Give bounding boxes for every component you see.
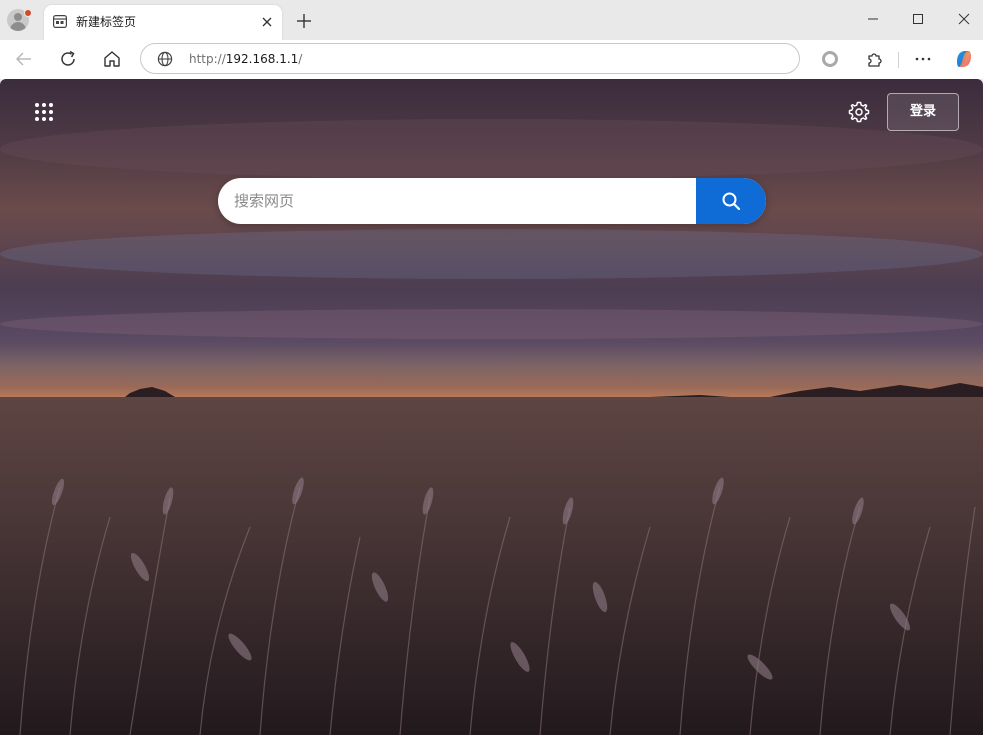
refresh-icon[interactable] bbox=[57, 48, 79, 70]
tab-new-tab[interactable]: 新建标签页 bbox=[44, 5, 282, 40]
url-host: 192.168.1.1 bbox=[225, 52, 299, 66]
url-scheme: http:// bbox=[189, 52, 226, 66]
toolbar-divider bbox=[898, 52, 899, 68]
cloud-band bbox=[0, 229, 983, 279]
close-icon[interactable] bbox=[260, 15, 274, 29]
more-dots-icon[interactable] bbox=[912, 48, 934, 70]
notification-dot bbox=[24, 9, 32, 17]
search-icon bbox=[722, 192, 741, 211]
home-icon[interactable] bbox=[101, 48, 123, 70]
gear-icon[interactable] bbox=[847, 100, 871, 124]
search-box bbox=[218, 178, 766, 224]
maximize-icon[interactable] bbox=[905, 8, 931, 30]
cloud-band bbox=[0, 309, 983, 339]
puzzle-icon[interactable] bbox=[863, 48, 885, 70]
new-tab-page: 登录 bbox=[0, 79, 983, 735]
browser-window: 新建标签页 http://192.168.1.1/ 登录 搜索网页 bbox=[0, 0, 983, 735]
tab-strip: 新建标签页 bbox=[0, 0, 983, 40]
wheat-field bbox=[0, 397, 983, 735]
tab-title: 新建标签页 bbox=[76, 15, 137, 29]
login-button[interactable]: 登录 bbox=[887, 93, 959, 131]
url-path: / bbox=[298, 52, 303, 66]
minimize-icon[interactable] bbox=[860, 8, 886, 30]
globe-icon[interactable] bbox=[157, 51, 173, 67]
search-input[interactable] bbox=[218, 178, 696, 224]
cloud-band bbox=[0, 119, 983, 179]
circle-icon[interactable] bbox=[819, 48, 841, 70]
arrow-left-icon[interactable] bbox=[13, 48, 35, 70]
search-button[interactable] bbox=[696, 178, 766, 224]
toolbar: http://192.168.1.1/ bbox=[0, 40, 983, 79]
plus-icon[interactable] bbox=[294, 11, 314, 31]
address-bar[interactable]: http://192.168.1.1/ bbox=[140, 43, 800, 74]
close-window-icon[interactable] bbox=[951, 8, 977, 30]
address-bar-url[interactable]: http://192.168.1.1/ bbox=[189, 51, 302, 67]
copilot-icon[interactable] bbox=[953, 48, 975, 70]
apps-grid-icon[interactable] bbox=[32, 100, 56, 124]
new-tab-page-icon bbox=[53, 15, 67, 28]
